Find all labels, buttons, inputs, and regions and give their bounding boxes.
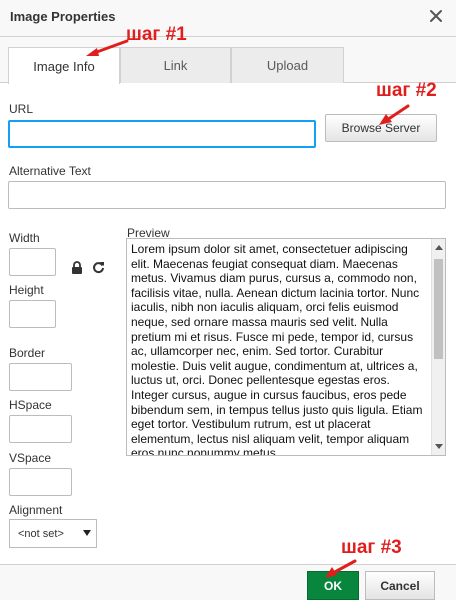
alt-text-input[interactable] [8, 181, 446, 209]
dialog-title: Image Properties [10, 9, 116, 24]
tab-upload[interactable]: Upload [231, 47, 344, 83]
hspace-input[interactable] [9, 415, 72, 443]
height-input[interactable] [9, 300, 56, 328]
tab-label: Link [163, 58, 188, 73]
vspace-label: VSpace [9, 451, 52, 465]
annotation-step3: шаг #3 [341, 537, 402, 558]
arrow-step3-icon [325, 559, 357, 578]
cancel-label: Cancel [380, 578, 420, 593]
hspace-label: HSpace [9, 398, 52, 412]
vspace-input[interactable] [9, 468, 72, 496]
image-properties-dialog: Image Properties Image Info Link Upload … [0, 0, 456, 600]
close-icon[interactable] [428, 8, 444, 24]
alt-text-label: Alternative Text [9, 164, 91, 178]
lock-icon[interactable] [71, 261, 83, 275]
tab-label: Upload [266, 58, 309, 73]
arrow-step2-icon [379, 104, 410, 125]
height-label: Height [9, 283, 44, 297]
annotation-step2: шаг #2 [376, 80, 437, 101]
width-label: Width [9, 231, 40, 245]
arrow-step1-icon [86, 39, 129, 56]
preview-box[interactable]: Lorem ipsum dolor sit amet, consectetuer… [126, 238, 446, 456]
refresh-icon[interactable] [92, 261, 105, 274]
alignment-label: Alignment [9, 503, 63, 517]
preview-scrollbar[interactable] [431, 239, 445, 455]
chevron-down-icon [83, 530, 91, 536]
border-label: Border [9, 346, 46, 360]
url-label: URL [9, 102, 34, 116]
annotation-step1: шаг #1 [126, 24, 187, 45]
border-input[interactable] [9, 363, 72, 391]
alignment-select[interactable]: <not set> [9, 519, 97, 548]
alignment-selected-value: <not set> [18, 527, 64, 540]
tab-bar: Image Info Link Upload [0, 37, 456, 84]
tab-link[interactable]: Link [120, 47, 231, 83]
cancel-button[interactable]: Cancel [365, 571, 435, 600]
scroll-down-icon[interactable] [435, 444, 443, 449]
scroll-thumb[interactable] [434, 259, 443, 359]
url-input[interactable] [8, 120, 316, 148]
ok-label: OK [324, 578, 342, 593]
tab-label: Image Info [33, 58, 95, 74]
dialog-titlebar: Image Properties [0, 0, 456, 37]
preview-text: Lorem ipsum dolor sit amet, consectetuer… [131, 242, 423, 456]
width-input[interactable] [9, 248, 56, 276]
scroll-up-icon[interactable] [435, 245, 443, 250]
